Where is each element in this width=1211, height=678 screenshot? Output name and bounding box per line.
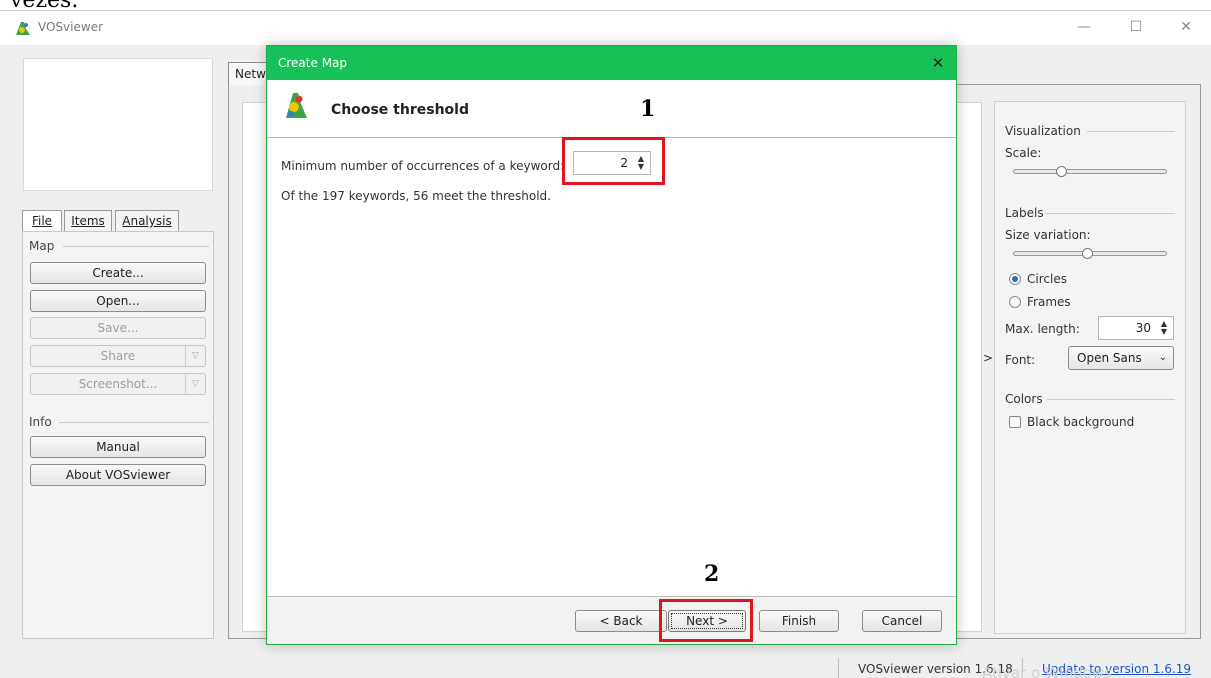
frames-label: Frames — [1027, 295, 1071, 309]
tab-analysis-label: Analysis — [122, 214, 172, 228]
chevron-down-icon: ⌄ — [1158, 352, 1167, 363]
dialog-title: Create Map — [278, 56, 348, 70]
maximize-button[interactable]: ☐ — [1113, 11, 1159, 43]
chevron-down-icon: ▽ — [185, 346, 205, 366]
tab-file[interactable]: File — [22, 210, 62, 232]
window-title: VOSviewer — [38, 20, 104, 34]
overview-preview — [23, 58, 213, 191]
annotation-box-next — [659, 599, 753, 642]
scale-label: Scale: — [1005, 146, 1042, 160]
min-occurrences-label: Minimum number of occurrences of a keywo… — [281, 159, 565, 173]
minimize-button[interactable]: — — [1061, 11, 1107, 43]
dialog-footer: < Back Next > Finish Cancel — [267, 596, 956, 644]
file-panel: Map Create... Open... Save... Share ▽ Sc… — [22, 231, 214, 639]
black-background-checkbox[interactable] — [1009, 416, 1021, 428]
map-group-label: Map — [29, 239, 59, 253]
font-select[interactable]: Open Sans ⌄ — [1068, 346, 1174, 370]
font-label: Font: — [1005, 353, 1036, 367]
expand-panel-arrow[interactable]: > — [983, 351, 993, 365]
info-group-line — [59, 422, 209, 423]
size-variation-label: Size variation: — [1005, 228, 1091, 242]
tab-analysis[interactable]: Analysis — [115, 210, 179, 232]
create-button[interactable]: Create... — [30, 262, 206, 284]
tab-file-label: File — [31, 214, 53, 228]
tab-network-visualization[interactable]: Netw — [228, 62, 268, 86]
visualization-group-label: Visualization — [1005, 124, 1081, 138]
screenshot-button-label: Screenshot... — [78, 377, 158, 391]
max-length-spinner[interactable]: 30 ▲ ▼ — [1098, 316, 1174, 340]
vosviewer-logo-icon — [16, 22, 30, 35]
share-button[interactable]: Share ▽ — [30, 345, 206, 367]
scale-slider-thumb[interactable] — [1055, 166, 1067, 177]
close-icon[interactable]: ✕ — [927, 52, 949, 74]
dialog-title-bar: Create Map ✕ — [267, 46, 956, 80]
dialog-body: Minimum number of occurrences of a keywo… — [267, 139, 956, 595]
activation-watermark: Ativar o Windows — [982, 664, 1112, 678]
tab-items-label: Items — [71, 214, 105, 228]
max-length-label: Max. length: — [1005, 322, 1080, 336]
threshold-info: Of the 197 keywords, 56 meet the thresho… — [281, 189, 551, 203]
info-group-label: Info — [29, 415, 56, 429]
font-select-value: Open Sans — [1077, 351, 1142, 365]
about-button[interactable]: About VOSviewer — [30, 464, 206, 486]
map-group-line — [63, 246, 209, 247]
manual-button[interactable]: Manual — [30, 436, 206, 458]
cancel-button[interactable]: Cancel — [862, 610, 942, 632]
create-map-dialog: Create Map ✕ Choose threshold Minimum nu… — [266, 45, 957, 645]
black-background-label: Black background — [1027, 415, 1135, 429]
screenshot-button[interactable]: Screenshot... ▽ — [30, 373, 206, 395]
annotation-box-threshold — [562, 137, 665, 185]
annotation-number-1: 1 — [640, 96, 656, 122]
visualization-group-line — [1087, 131, 1175, 132]
share-button-label: Share — [100, 349, 136, 363]
size-variation-slider-thumb[interactable] — [1081, 248, 1093, 259]
circles-radio[interactable] — [1009, 273, 1021, 285]
colors-group-label: Colors — [1005, 392, 1043, 406]
title-bar: VOSviewer — ☐ ✕ — [0, 11, 1211, 45]
colors-group-line — [1047, 399, 1175, 400]
tab-items[interactable]: Items — [64, 210, 112, 232]
finish-button[interactable]: Finish — [759, 610, 839, 632]
max-length-value: 30 — [1135, 321, 1151, 335]
annotation-number-2: 2 — [704, 561, 720, 587]
dialog-header: Choose threshold — [267, 80, 956, 138]
chevron-down-icon: ▽ — [185, 374, 205, 394]
labels-group-label: Labels — [1005, 206, 1044, 220]
labels-group-line — [1045, 213, 1175, 214]
dialog-heading: Choose threshold — [331, 102, 469, 118]
spinner-arrows-icon[interactable]: ▲ ▼ — [1158, 320, 1170, 336]
circles-label: Circles — [1027, 272, 1067, 286]
vosviewer-map-icon — [286, 93, 307, 118]
save-button[interactable]: Save... — [30, 317, 206, 339]
frames-radio[interactable] — [1009, 296, 1021, 308]
options-panel: Visualization Scale: Labels Size variati… — [994, 101, 1186, 634]
close-button[interactable]: ✕ — [1163, 11, 1209, 43]
back-button[interactable]: < Back — [575, 610, 667, 632]
open-button[interactable]: Open... — [30, 290, 206, 312]
status-separator — [838, 658, 839, 678]
scale-slider[interactable] — [1013, 169, 1167, 174]
